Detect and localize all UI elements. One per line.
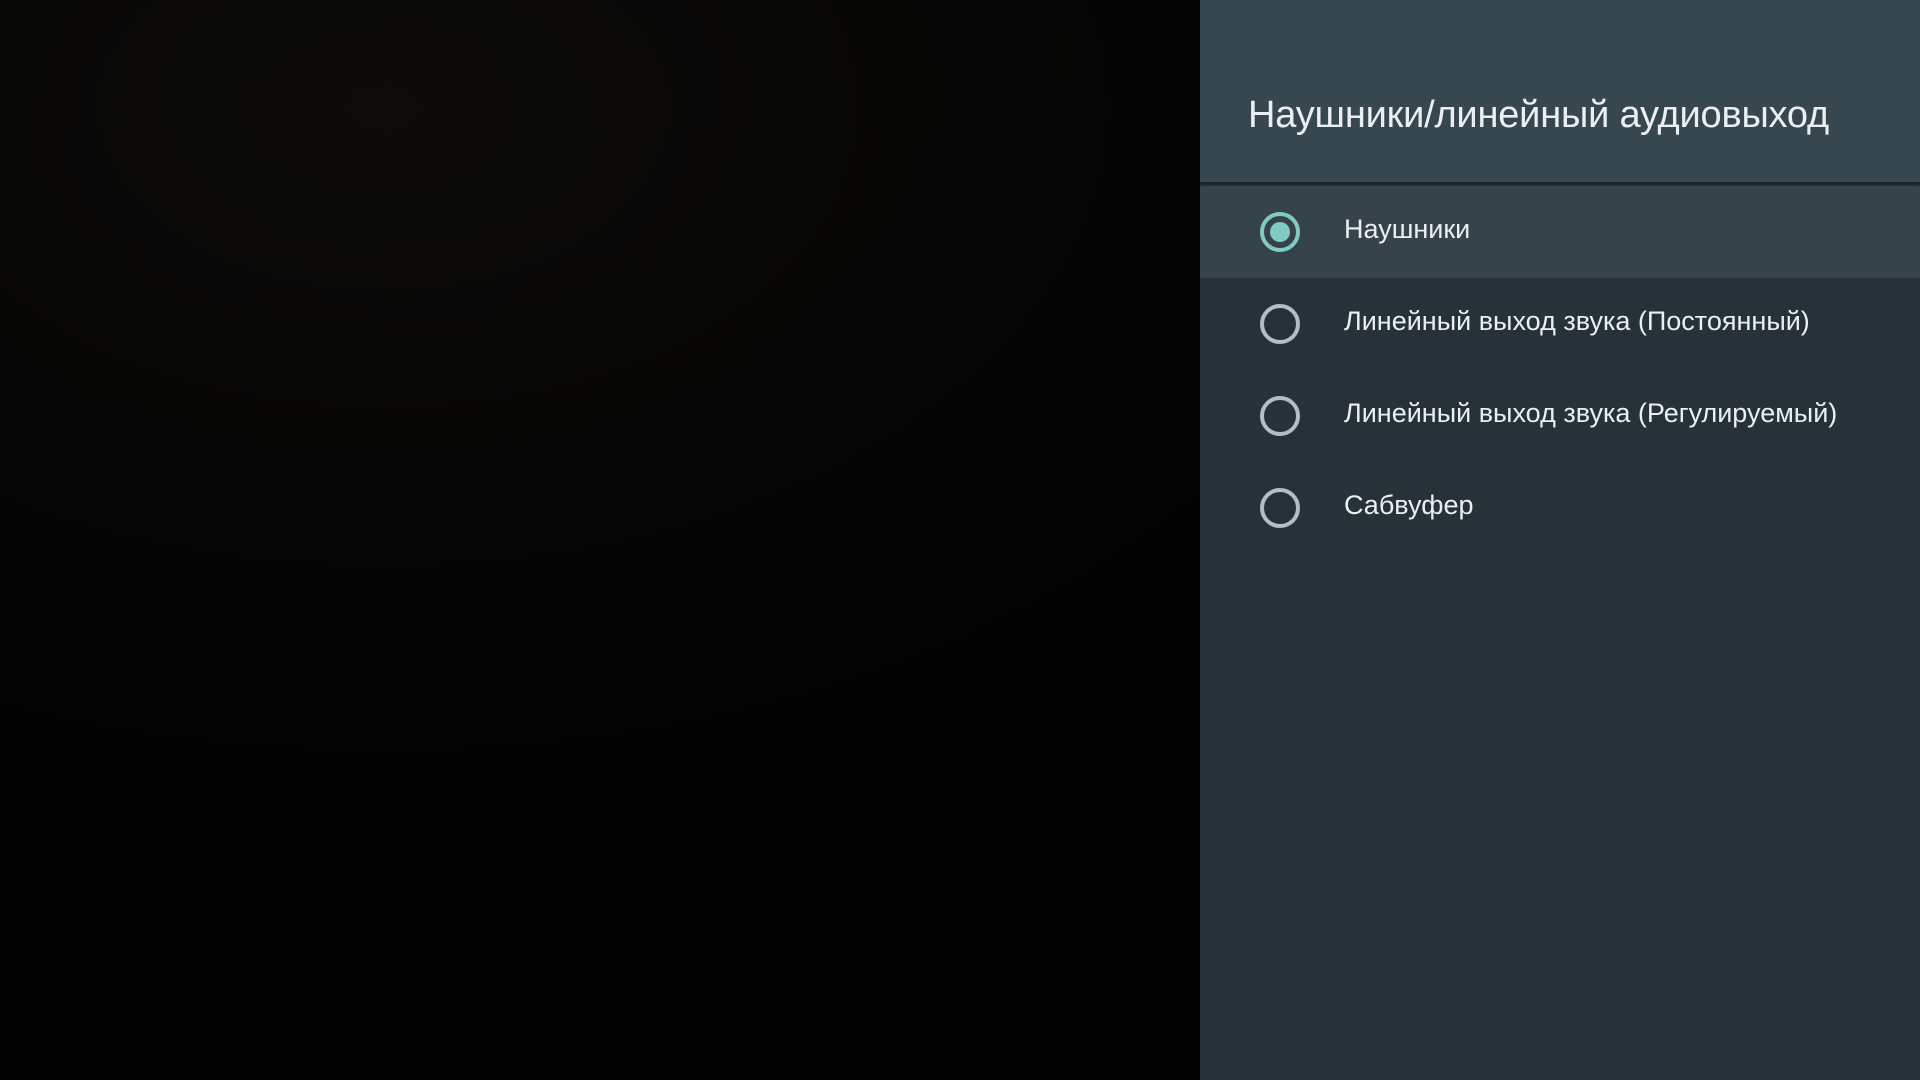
radio-unchecked-icon bbox=[1260, 396, 1300, 436]
radio-unchecked-icon bbox=[1260, 488, 1300, 528]
option-line-out-variable[interactable]: Линейный выход звука (Регулируемый) bbox=[1200, 370, 1920, 462]
settings-side-panel: Наушники/линейный аудиовыход Наушники Ли… bbox=[1200, 0, 1920, 1080]
option-label: Сабвуфер bbox=[1344, 490, 1474, 520]
option-subwoofer[interactable]: Сабвуфер bbox=[1200, 462, 1920, 554]
option-headphones[interactable]: Наушники bbox=[1200, 186, 1920, 278]
tv-screen: Наушники/линейный аудиовыход Наушники Ли… bbox=[0, 0, 1920, 1080]
option-label: Линейный выход звука (Регулируемый) bbox=[1344, 398, 1838, 428]
option-label: Наушники bbox=[1344, 214, 1471, 244]
panel-title: Наушники/линейный аудиовыход bbox=[1248, 94, 1830, 136]
radio-dot bbox=[1270, 222, 1290, 242]
audio-output-options: Наушники Линейный выход звука (Постоянны… bbox=[1200, 186, 1920, 554]
option-label: Линейный выход звука (Постоянный) bbox=[1344, 306, 1810, 336]
option-line-out-fixed[interactable]: Линейный выход звука (Постоянный) bbox=[1200, 278, 1920, 370]
radio-unchecked-icon bbox=[1260, 304, 1300, 344]
radio-checked-icon bbox=[1260, 212, 1300, 252]
panel-header: Наушники/линейный аудиовыход bbox=[1200, 0, 1920, 182]
